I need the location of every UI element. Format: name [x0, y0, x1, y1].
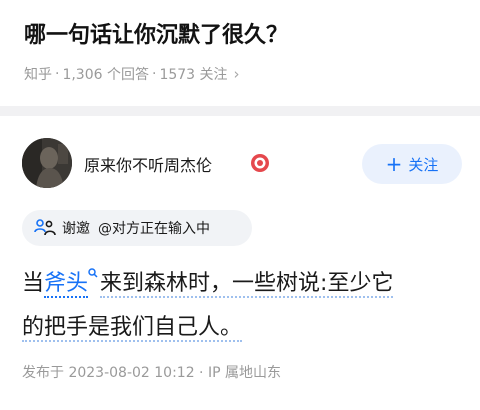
follower-count: 1573 关注 [159, 67, 228, 83]
invite-people-icon [34, 219, 56, 236]
answer-text: 当 [22, 271, 45, 296]
answer-page: 哪一句话让你沉默了很久？ 知乎 · 1,306 个回答 · 1573 关注 › … [0, 0, 480, 410]
site-name: 知乎 [24, 67, 52, 83]
answer-line-1: 当斧头 来到森林时，一些树说:至少它 [22, 262, 462, 306]
answer-content: 当斧头 来到森林时，一些树说:至少它 的把手是我们自己人。 [22, 262, 462, 350]
chevron-right-icon: › [233, 65, 240, 83]
answer-line-2: 的把手是我们自己人。 [22, 306, 462, 350]
invite-status: @对方正在输入中 [98, 221, 210, 237]
meta-separator: · [55, 66, 60, 82]
follow-label: 关注 [408, 155, 439, 174]
follow-button[interactable]: + 关注 [362, 144, 462, 184]
answer-text: 来到森林时，一些树说:至少它 [100, 271, 394, 298]
question-meta[interactable]: 知乎 · 1,306 个回答 · 1573 关注 › [24, 62, 240, 86]
section-divider [0, 106, 480, 116]
author-avatar[interactable] [22, 138, 72, 188]
author-row: 原来你不听周杰伦 + 关注 [22, 138, 462, 192]
answer-count: 1,306 个回答 [62, 67, 149, 83]
answer-text: 的把手是我们自己人。 [22, 315, 243, 342]
meta-separator: · [151, 66, 157, 82]
invite-label: 谢邀 [62, 221, 90, 237]
search-icon[interactable] [88, 268, 98, 280]
question-title[interactable]: 哪一句话让你沉默了很久？ [24, 18, 464, 54]
publish-info: 发布于 2023-08-02 10:12 · IP 属地山东 [22, 365, 281, 381]
creator-badge-icon [251, 154, 269, 172]
author-name[interactable]: 原来你不听周杰伦 [84, 152, 212, 176]
plus-icon: + [385, 152, 403, 176]
keyword-link[interactable]: 斧头 [44, 271, 89, 298]
avatar-image [22, 138, 72, 188]
invite-pill[interactable]: 谢邀 @对方正在输入中 [22, 210, 252, 246]
